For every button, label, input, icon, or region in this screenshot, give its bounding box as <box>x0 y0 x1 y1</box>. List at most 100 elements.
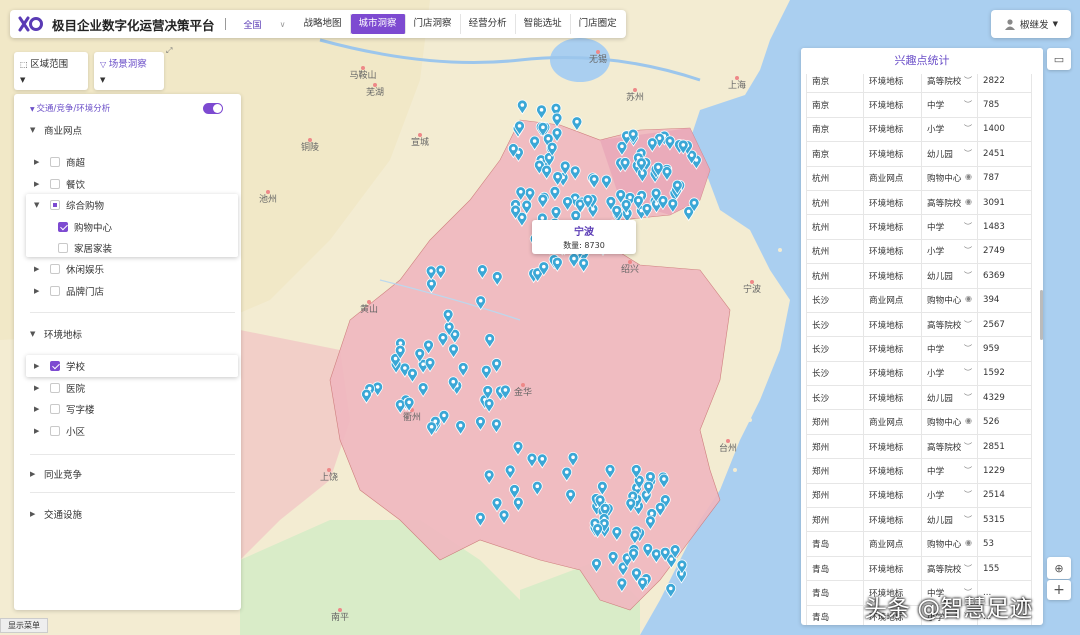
analysis-toggle[interactable] <box>203 102 223 114</box>
tab-strategy-map[interactable]: 战略地图 <box>296 14 351 34</box>
title-divider <box>224 18 226 30</box>
tab-scene-insight[interactable]: ▽ 场景洞察 ▼ <box>94 52 164 90</box>
cell-text: 购物中心 <box>927 296 962 307</box>
checkbox-hospital[interactable] <box>50 383 60 393</box>
cell-text: 环境地标 <box>869 393 904 404</box>
list-item-school[interactable]: ▶ 学校 <box>14 356 241 376</box>
group-environment[interactable]: ▼ 环境地标 <box>14 324 241 344</box>
checkbox-office[interactable] <box>50 404 60 414</box>
table-row[interactable]: 南京 环境地标 小学 ︶ 1400 <box>806 116 1032 143</box>
table-row[interactable]: 郑州 环境地标 中学 ︶ 1229 <box>806 458 1032 484</box>
eye-closed-icon[interactable]: ︶ <box>964 441 972 452</box>
checkbox-mall[interactable] <box>58 222 68 232</box>
group-competition[interactable]: ▶ 同业竞争 <box>14 464 241 484</box>
checkbox-community[interactable] <box>50 426 60 436</box>
checkbox-shopping[interactable] <box>50 200 60 210</box>
eye-icon[interactable]: ◉ <box>965 538 972 547</box>
eye-closed-icon[interactable]: ︶ <box>964 75 972 86</box>
tab-store-insight[interactable]: 门店洞察 <box>406 14 461 34</box>
eye-closed-icon[interactable]: ︶ <box>964 245 972 256</box>
eye-closed-icon[interactable]: ︶ <box>964 489 972 500</box>
eye-closed-icon[interactable]: ︶ <box>964 514 972 525</box>
eye-closed-icon[interactable]: ︶ <box>964 99 972 110</box>
app-logo-icon <box>18 16 43 32</box>
user-menu[interactable]: 椒继发 ▼ <box>991 10 1071 38</box>
eye-closed-icon[interactable]: ︶ <box>964 343 972 354</box>
eye-icon[interactable]: ◉ <box>965 416 972 425</box>
cell-count: 53 <box>977 531 1032 557</box>
group-commerce[interactable]: ▼ 商业网点 <box>14 120 241 140</box>
list-item-leisure[interactable]: ▶ 休闲娱乐 <box>14 259 241 279</box>
group-traffic[interactable]: ▶ 交通设施 <box>14 504 241 524</box>
cell-city: 青岛 <box>806 555 864 582</box>
checkbox-leisure[interactable] <box>50 264 60 274</box>
eye-closed-icon[interactable]: ︶ <box>964 221 972 232</box>
eye-closed-icon[interactable]: ︶ <box>964 465 972 476</box>
table-row[interactable]: 郑州 环境地标 小学 ︶ 2514 <box>806 482 1032 509</box>
cell-type: 购物中心 ◉ <box>921 287 978 313</box>
table-row[interactable]: 郑州 商业网点 购物中心 ◉ 526 <box>806 409 1032 435</box>
panel-toggle-button[interactable]: ▭ <box>1047 48 1071 70</box>
list-item-shopping[interactable]: ▼ 综合购物 <box>14 195 241 215</box>
eye-closed-icon[interactable]: ︶ <box>964 270 972 281</box>
eye-closed-icon[interactable]: ︶ <box>964 392 972 403</box>
eye-closed-icon[interactable]: ︶ <box>964 123 972 134</box>
table-row[interactable]: 长沙 环境地标 高等院校 ︶ 2567 <box>806 311 1032 338</box>
table-row[interactable]: 南京 环境地标 中学 ︶ 785 <box>806 92 1032 118</box>
table-row[interactable]: 长沙 环境地标 中学 ︶ 959 <box>806 336 1032 362</box>
eye-icon[interactable]: ◉ <box>965 294 972 303</box>
eye-closed-icon[interactable]: ︶ <box>964 563 972 574</box>
tab-city-insight[interactable]: 城市洞察 <box>350 14 406 34</box>
table-row[interactable]: 杭州 环境地标 高等院校 ◉ 3091 <box>806 189 1032 216</box>
list-item-community[interactable]: ▶ 小区 <box>14 421 241 441</box>
list-item-home-furnishing[interactable]: 家居家装 <box>14 238 241 258</box>
cell-city: 南京 <box>806 92 864 118</box>
stats-scrollbar[interactable] <box>1040 290 1043 340</box>
cell-text: 南京 <box>812 101 830 112</box>
list-item-office[interactable]: ▶ 写字楼 <box>14 399 241 419</box>
list-item-brand-store[interactable]: ▶ 品牌门店 <box>14 281 241 301</box>
tab-business-analysis[interactable]: 经营分析 <box>461 14 516 34</box>
checkbox-brand-store[interactable] <box>50 286 60 296</box>
checkbox-school[interactable] <box>50 361 60 371</box>
eye-icon[interactable]: ◉ <box>965 172 972 181</box>
cell-category: 商业网点 <box>863 165 922 191</box>
checkbox-dining[interactable] <box>50 179 60 189</box>
table-row[interactable]: 青岛 商业网点 购物中心 ◉ 53 <box>806 531 1032 557</box>
list-item-dining[interactable]: ▶ 餐饮 <box>14 174 241 194</box>
expand-icon[interactable]: ⤢ <box>166 46 172 56</box>
tooltip-title: 宁波 <box>574 227 594 238</box>
eye-closed-icon[interactable]: ︶ <box>964 367 972 378</box>
table-row[interactable]: 杭州 商业网点 购物中心 ◉ 787 <box>806 165 1032 191</box>
list-item-supermarket[interactable]: ▶ 商超 <box>14 152 241 172</box>
table-row[interactable]: 长沙 商业网点 购物中心 ◉ 394 <box>806 287 1032 313</box>
region-select[interactable]: 全国 ∨ <box>244 18 286 31</box>
table-row[interactable]: 杭州 环境地标 小学 ︶ 2749 <box>806 238 1032 265</box>
tab-region-range-label: 区域范围 <box>30 59 69 70</box>
tab-smart-site-selection[interactable]: 智能选址 <box>516 14 571 34</box>
checkbox-supermarket[interactable] <box>50 157 60 167</box>
table-row[interactable]: 杭州 环境地标 幼儿园 ︶ 6369 <box>806 263 1032 289</box>
globe-button[interactable]: ⊕ <box>1047 557 1071 579</box>
table-row[interactable]: 郑州 环境地标 高等院校 ︶ 2851 <box>806 433 1032 460</box>
table-row[interactable]: 郑州 环境地标 幼儿园 ︶ 5315 <box>806 507 1032 533</box>
eye-icon[interactable]: ◉ <box>965 197 972 206</box>
table-row[interactable]: 长沙 环境地标 幼儿园 ︶ 4329 <box>806 385 1032 411</box>
checkbox-home-furnishing[interactable] <box>58 243 68 253</box>
table-row[interactable]: 南京 环境地标 幼儿园 ︶ 2451 <box>806 141 1032 167</box>
list-item-mall[interactable]: 购物中心 <box>14 217 241 237</box>
tab-store-circling[interactable]: 门店圈定 <box>571 14 625 34</box>
zoom-in-button[interactable]: + <box>1047 580 1071 600</box>
tab-region-range[interactable]: ⬚ 区域范围 ▼ <box>14 52 88 90</box>
cell-text: 长沙 <box>812 296 830 307</box>
eye-closed-icon[interactable]: ︶ <box>964 148 972 159</box>
cell-type: 高等院校 ︶ <box>921 433 978 460</box>
list-item-hospital[interactable]: ▶ 医院 <box>14 378 241 398</box>
show-menu-button[interactable]: 显示菜单 <box>0 618 48 633</box>
table-row[interactable]: 青岛 环境地标 高等院校 ︶ 155 <box>806 555 1032 582</box>
cell-count: 526 <box>977 409 1032 435</box>
table-row[interactable]: 长沙 环境地标 小学 ︶ 1592 <box>806 360 1032 387</box>
table-row[interactable]: 杭州 环境地标 中学 ︶ 1483 <box>806 214 1032 240</box>
sub-tabs: ⬚ 区域范围 ▼ ▽ 场景洞察 ▼ <box>14 52 164 90</box>
eye-closed-icon[interactable]: ︶ <box>964 319 972 330</box>
